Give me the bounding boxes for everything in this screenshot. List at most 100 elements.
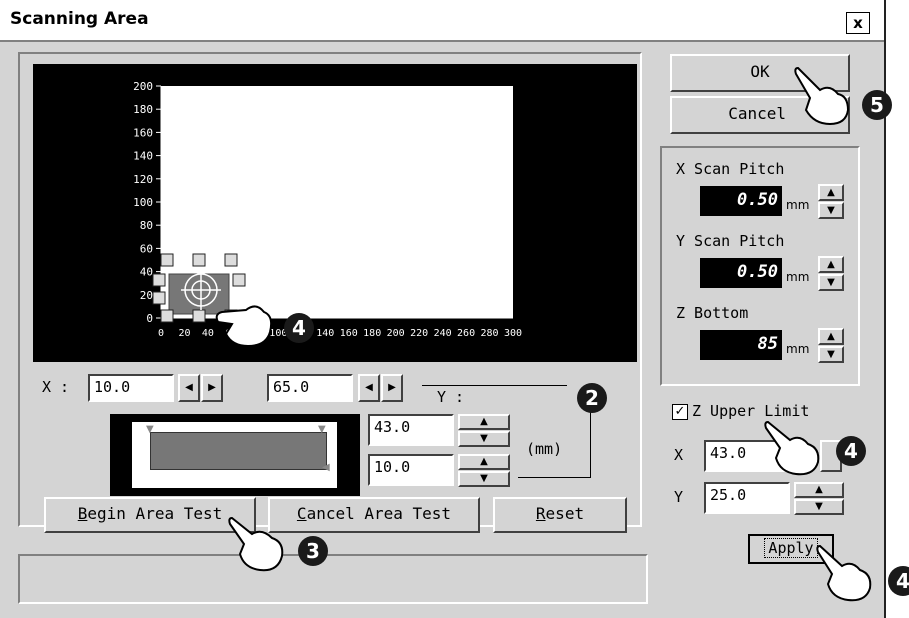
handle-ml2[interactable] — [152, 291, 166, 305]
begin-area-test-mnemonic: B — [77, 504, 88, 523]
callout-4-badge-plot: 4 — [284, 313, 314, 343]
up-arrow-icon: ▲ — [480, 416, 488, 427]
y-tick-label: 200 — [133, 80, 153, 93]
callout-line-2b — [590, 412, 591, 477]
z-bottom-up-button[interactable]: ▲ — [818, 328, 844, 345]
y-tick-label: 180 — [133, 103, 153, 116]
depth-preview: ▼ ▼ ◀ — [110, 414, 360, 496]
y-tick-label: 40 — [140, 266, 153, 279]
depth-top-up-button[interactable]: ▲ — [458, 414, 510, 430]
z-upper-y-label: Y — [674, 488, 684, 506]
handle-tl[interactable] — [160, 253, 174, 267]
z-bottom-label: Z Bottom — [676, 304, 749, 322]
pointing-hand-icon — [794, 66, 850, 126]
reset-mnemonic: R — [535, 504, 546, 523]
depth-top-down-button[interactable]: ▼ — [458, 431, 510, 447]
y-tick-label: 120 — [133, 173, 153, 186]
x-tick-label: 160 — [340, 328, 358, 339]
depth-preview-area — [150, 432, 327, 470]
x-scan-pitch-down-button[interactable]: ▼ — [818, 202, 844, 219]
down-arrow-icon: ▼ — [815, 501, 823, 512]
handle-tr[interactable] — [224, 253, 238, 267]
cancel-area-test-label: ancel Area Test — [306, 504, 452, 523]
y-scan-pitch-label: Y Scan Pitch — [676, 232, 785, 250]
close-button[interactable]: x — [846, 12, 870, 34]
x-tick-label: 280 — [481, 328, 499, 339]
x-end-field[interactable]: 65.0 — [267, 374, 353, 402]
x-start-left-button[interactable]: ◀ — [178, 374, 200, 402]
down-arrow-icon: ▼ — [480, 433, 488, 444]
handle-ml1[interactable] — [152, 273, 166, 287]
pointing-hand-icon — [228, 516, 284, 572]
cancel-area-test-mnemonic: C — [296, 504, 307, 523]
depth-top-field[interactable]: 43.0 — [368, 414, 454, 446]
x-scan-pitch-unit: mm — [786, 198, 810, 212]
handle-bl[interactable] — [160, 309, 174, 323]
y-range-label: Y : — [437, 388, 465, 406]
x-scan-pitch-display: 0.50 — [700, 186, 782, 216]
z-bottom-unit: mm — [786, 342, 810, 356]
up-arrow-icon: ▲ — [827, 331, 835, 342]
down-arrow-icon: ▼ — [827, 349, 835, 360]
x-start-right-button[interactable]: ▶ — [201, 374, 223, 402]
z-upper-limit-checkbox[interactable]: ✓ — [672, 404, 688, 420]
down-arrow-icon: ▼ — [827, 277, 835, 288]
begin-area-test-button[interactable]: Begin Area Test — [44, 497, 256, 533]
x-tick-label: 20 — [178, 328, 190, 339]
y-scan-pitch-down-button[interactable]: ▼ — [818, 274, 844, 291]
x-scan-pitch-up-button[interactable]: ▲ — [818, 184, 844, 201]
up-arrow-icon: ▲ — [827, 259, 835, 270]
x-tick-label: 240 — [434, 328, 452, 339]
dialog-title: Scanning Area — [10, 9, 149, 29]
x-end-right-button[interactable]: ▶ — [381, 374, 403, 402]
z-upper-y-down-button[interactable]: ▼ — [794, 499, 844, 515]
z-bottom-down-button[interactable]: ▼ — [818, 346, 844, 363]
x-start-field[interactable]: 10.0 — [88, 374, 174, 402]
z-upper-y-up-button[interactable]: ▲ — [794, 482, 844, 498]
depth-bottom-down-button[interactable]: ▼ — [458, 471, 510, 487]
reset-label: eset — [545, 504, 585, 523]
right-arrow-icon: ▶ — [208, 382, 216, 393]
depth-unit-label: (mm) — [526, 440, 563, 458]
y-tick-label: 160 — [133, 126, 153, 139]
left-arrow-icon: ◀ — [185, 382, 193, 393]
x-tick-label: 200 — [387, 328, 405, 339]
plot-canvas: 200180160140120100806040200 020406080100… — [33, 64, 637, 362]
down-arrow-icon: ▼ — [480, 473, 488, 484]
depth-bottom-up-button[interactable]: ▲ — [458, 454, 510, 470]
callout-4-badge-apply: 4 — [888, 566, 909, 596]
x-tick-label: 180 — [363, 328, 381, 339]
cancel-area-test-button[interactable]: Cancel Area Test — [268, 497, 480, 533]
left-arrow-icon: ◀ — [365, 382, 373, 393]
x-tick-label: 220 — [410, 328, 428, 339]
x-tick-label: 260 — [457, 328, 475, 339]
scanning-area-dialog: Scanning Area x 200 180 160 140 120 100 80 60 40… — [0, 0, 892, 618]
z-upper-y-field[interactable]: 25.0 — [704, 482, 790, 514]
status-bar — [18, 554, 648, 604]
y-tick-label: 140 — [133, 150, 153, 163]
x-tick-label: 0 — [158, 328, 164, 339]
depth-arrow-icon: ▼ — [318, 424, 326, 435]
pointing-hand-icon — [764, 420, 820, 476]
depth-bottom-field[interactable]: 10.0 — [368, 454, 454, 486]
y-tick-label: 0 — [146, 312, 153, 325]
x-range-label: X : — [42, 378, 70, 396]
y-tick-label: 20 — [140, 289, 153, 302]
y-scan-pitch-up-button[interactable]: ▲ — [818, 256, 844, 273]
plot-svg: 200180160140120100806040200 020406080100… — [133, 80, 522, 339]
y-scan-pitch-unit: mm — [786, 270, 810, 284]
reset-button[interactable]: Reset — [493, 497, 627, 533]
x-end-left-button[interactable]: ◀ — [358, 374, 380, 402]
y-tick-label: 60 — [140, 242, 153, 255]
callout-line-2c — [518, 477, 591, 478]
y-scan-pitch-display: 0.50 — [700, 258, 782, 288]
handle-tm[interactable] — [192, 253, 206, 267]
callout-2-badge: 2 — [577, 383, 607, 413]
x-tick-label: 140 — [316, 328, 334, 339]
callout-5-badge: 5 — [862, 90, 892, 120]
z-upper-x-label: X — [674, 446, 684, 464]
handle-mr[interactable] — [232, 273, 246, 287]
down-arrow-icon: ▼ — [827, 205, 835, 216]
handle-bm[interactable] — [192, 309, 206, 323]
right-arrow-icon: ▶ — [388, 382, 396, 393]
